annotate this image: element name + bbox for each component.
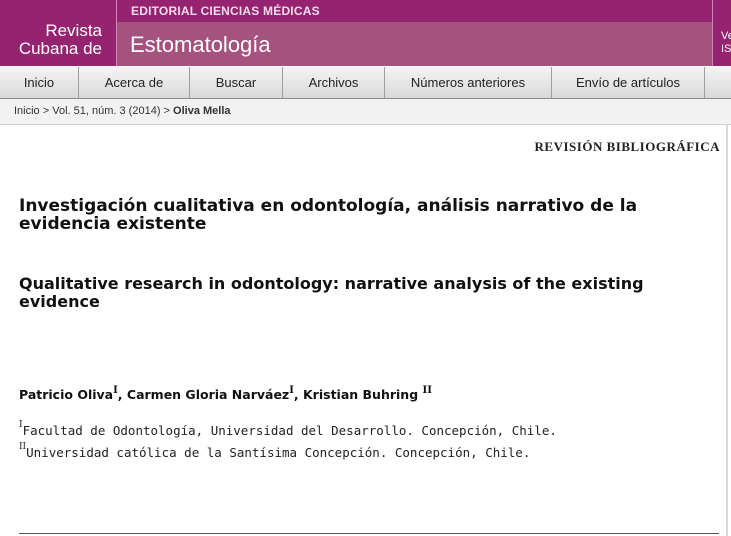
author-separator: , [117,387,123,402]
author-affiliation-mark: I [289,385,294,396]
breadcrumb-home-link[interactable]: Inicio [14,105,40,117]
article-title-english: Qualitative research in odontology: narr… [19,274,644,311]
article-title-spanish: Investigación cualitativa en odontología… [19,196,638,234]
affiliation-mark: I [19,420,23,430]
article-section-label: REVISIÓN BIBLIOGRÁFICA [534,139,720,154]
nav-item-envio-articulos[interactable]: Envío de artículos [552,67,705,98]
header-side-panel: Ve IS [712,0,731,66]
author-affiliation-mark: I [113,385,118,396]
author-name: Carmen Gloria Narváez [126,387,290,402]
journal-title: Estomatología [130,32,271,57]
content-divider [19,533,719,534]
nav-item-archivos[interactable]: Archivos [283,67,385,98]
affiliation-item: IIUniversidad católica de la Santísima C… [19,442,531,460]
breadcrumb-current: Oliva Mella [173,105,231,117]
side-panel-text-2: IS [721,43,731,55]
author-name: Kristian Buhring [303,387,419,402]
publisher-bar: EDITORIAL CIENCIAS MÉDICAS [117,0,712,22]
nav-item-inicio[interactable]: Inicio [0,67,79,98]
nav-item-acerca[interactable]: Acerca de [79,67,190,98]
breadcrumb-issue-link[interactable]: Vol. 51, núm. 3 (2014) [52,105,160,117]
content-right-border [726,125,728,536]
breadcrumb-separator: > [163,105,170,117]
brand-line-1: Revista [45,21,102,40]
journal-logo[interactable]: Revista Cubana de [0,0,116,66]
author-affiliation-mark: II [422,385,432,396]
site-header: Revista Cubana de EDITORIAL CIENCIAS MÉD… [0,0,731,66]
author-separator: , [293,387,299,402]
affiliation-text: Facultad de Odontología, Universidad del… [22,423,557,438]
author-list: Patricio OlivaI, Carmen Gloria NarváezI,… [19,385,432,402]
nav-item-numeros-anteriores[interactable]: Números anteriores [385,67,552,98]
main-nav: Inicio Acerca de Buscar Archivos Números… [0,66,731,100]
affiliation-mark: II [19,442,27,452]
affiliation-item: IFacultad de Odontología, Universidad de… [19,420,557,438]
author-name: Patricio Oliva [19,387,114,402]
affiliation-text: Universidad católica de la Santísima Con… [26,445,531,460]
nav-item-buscar[interactable]: Buscar [190,67,283,98]
breadcrumb: Inicio > Vol. 51, núm. 3 (2014) > Oliva … [0,99,731,125]
breadcrumb-separator: > [42,105,50,117]
publisher-name: EDITORIAL CIENCIAS MÉDICAS [131,4,320,18]
side-panel-text-1: Ve [721,30,731,42]
brand-line-2: Cubana de [18,39,102,58]
journal-title-bar: Estomatología [117,22,712,66]
